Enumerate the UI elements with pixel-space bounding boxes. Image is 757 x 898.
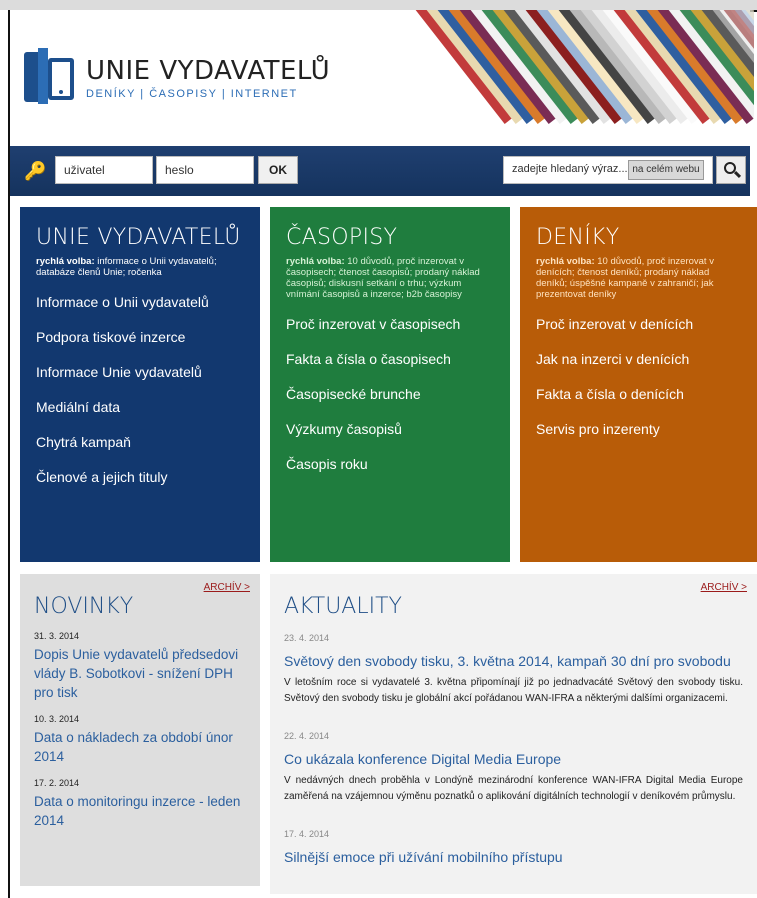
quick-label: rychlá volba: — [286, 256, 345, 267]
list-item: 10. 3. 2014 Data o nákladech za období ú… — [34, 714, 246, 766]
deniky-link[interactable]: Servis pro inzerenty — [536, 419, 741, 454]
news-title[interactable]: Data o monitoringu inzerce - leden 2014 — [34, 792, 246, 830]
aktuality-archive-link[interactable]: ARCHÍV > — [701, 582, 747, 593]
news-title[interactable]: Dopis Unie vydavatelů předsedovi vlády B… — [34, 645, 246, 702]
search-scope-button[interactable]: na celém webu — [628, 160, 704, 180]
unie-link[interactable]: Členové a jejich tituly — [36, 467, 244, 502]
casopisy-link[interactable]: Výzkumy časopisů — [286, 419, 494, 454]
unie-link[interactable]: Podpora tiskové inzerce — [36, 327, 244, 362]
deniky-link[interactable]: Fakta a čísla o denících — [536, 384, 741, 419]
news-date: 10. 3. 2014 — [34, 714, 80, 724]
search-button[interactable] — [716, 156, 746, 184]
site-header: UNIE VYDAVATELŮ DENÍKY | ČASOPISY | INTE… — [10, 10, 754, 140]
casopisy-heading[interactable]: ČASOPISY — [286, 225, 494, 250]
list-item: 23. 4. 2014 Světový den svobody tisku, 3… — [284, 633, 743, 707]
unie-link[interactable]: Chytrá kampaň — [36, 432, 244, 467]
unie-quick-links: rychlá volba: informace o Unii vydavatel… — [36, 256, 244, 278]
article-text: V nedávných dnech proběhla v Londýně mez… — [284, 775, 743, 802]
deniky-column: DENÍKY rychlá volba: 10 důvodů, proč inz… — [520, 207, 757, 562]
novinky-heading: NOVINKY — [34, 594, 134, 619]
news-date: 17. 2. 2014 — [34, 778, 80, 788]
list-item: 17. 2. 2014 Data o monitoringu inzerce -… — [34, 778, 246, 830]
casopisy-link[interactable]: Fakta a čísla o časopisech — [286, 349, 494, 384]
unie-column: UNIE VYDAVATELŮ rychlá volba: informace … — [20, 207, 260, 562]
news-date: 31. 3. 2014 — [34, 631, 80, 641]
article-title[interactable]: Silnější emoce při užívání mobilního pří… — [284, 849, 743, 865]
quick-label: rychlá volba: — [36, 256, 95, 267]
quick-label: rychlá volba: — [536, 256, 595, 267]
logo-subtitle: DENÍKY | ČASOPISY | INTERNET — [86, 88, 298, 100]
novinky-panel: ARCHÍV > NOVINKY 31. 3. 2014 Dopis Unie … — [20, 574, 260, 886]
list-item: 17. 4. 2014 Silnější emoce při užívání m… — [284, 829, 743, 865]
header-magazines-image — [370, 10, 754, 135]
list-item: 31. 3. 2014 Dopis Unie vydavatelů předse… — [34, 631, 246, 702]
aktuality-panel: ARCHÍV > AKTUALITY 23. 4. 2014 Světový d… — [270, 574, 757, 894]
article-date: 23. 4. 2014 — [284, 633, 330, 643]
deniky-link[interactable]: Jak na inzerci v denících — [536, 349, 741, 384]
casopisy-link[interactable]: Proč inzerovat v časopisech — [286, 314, 494, 349]
casopisy-link[interactable]: Časopisecké brunche — [286, 384, 494, 419]
password-input[interactable]: heslo — [156, 156, 254, 184]
article-title[interactable]: Světový den svobody tisku, 3. května 201… — [284, 653, 743, 669]
news-title[interactable]: Data o nákladech za období únor 2014 — [34, 728, 246, 766]
casopisy-column: ČASOPISY rychlá volba: 10 důvodů, proč i… — [270, 207, 510, 562]
browser-top-strip — [0, 0, 757, 10]
unie-heading[interactable]: UNIE VYDAVATELŮ — [36, 225, 244, 250]
article-date: 22. 4. 2014 — [284, 731, 330, 741]
casopisy-quick-links: rychlá volba: 10 důvodů, proč inzerovat … — [286, 256, 494, 300]
logo-title: UNIE VYDAVATELŮ — [86, 56, 331, 86]
login-ok-button[interactable]: OK — [258, 156, 298, 184]
article-title[interactable]: Co ukázala konference Digital Media Euro… — [284, 751, 743, 767]
logo-book-icon — [24, 48, 80, 108]
list-item: 22. 4. 2014 Co ukázala konference Digita… — [284, 731, 743, 805]
site-logo[interactable]: UNIE VYDAVATELŮ DENÍKY | ČASOPISY | INTE… — [24, 48, 330, 108]
article-text: V letošním roce si vydavatelé 3. května … — [284, 677, 743, 704]
deniky-link[interactable]: Proč inzerovat v denících — [536, 314, 741, 349]
login-search-bar: 🔑 uživatel heslo OK zadejte hledaný výra… — [10, 146, 750, 196]
key-icon: 🔑 — [24, 161, 47, 181]
unie-link[interactable]: Mediální data — [36, 397, 244, 432]
casopisy-link[interactable]: Časopis roku — [286, 454, 494, 489]
unie-link[interactable]: Informace o Unii vydavatelů — [36, 292, 244, 327]
deniky-quick-links: rychlá volba: 10 důvodů, proč inzerovat … — [536, 256, 741, 300]
article-date: 17. 4. 2014 — [284, 829, 330, 839]
novinky-archive-link[interactable]: ARCHÍV > — [204, 582, 250, 593]
unie-link[interactable]: Informace Unie vydavatelů — [36, 362, 244, 397]
aktuality-heading: AKTUALITY — [284, 594, 402, 619]
username-input[interactable]: uživatel — [55, 156, 153, 184]
deniky-heading[interactable]: DENÍKY — [536, 225, 741, 250]
